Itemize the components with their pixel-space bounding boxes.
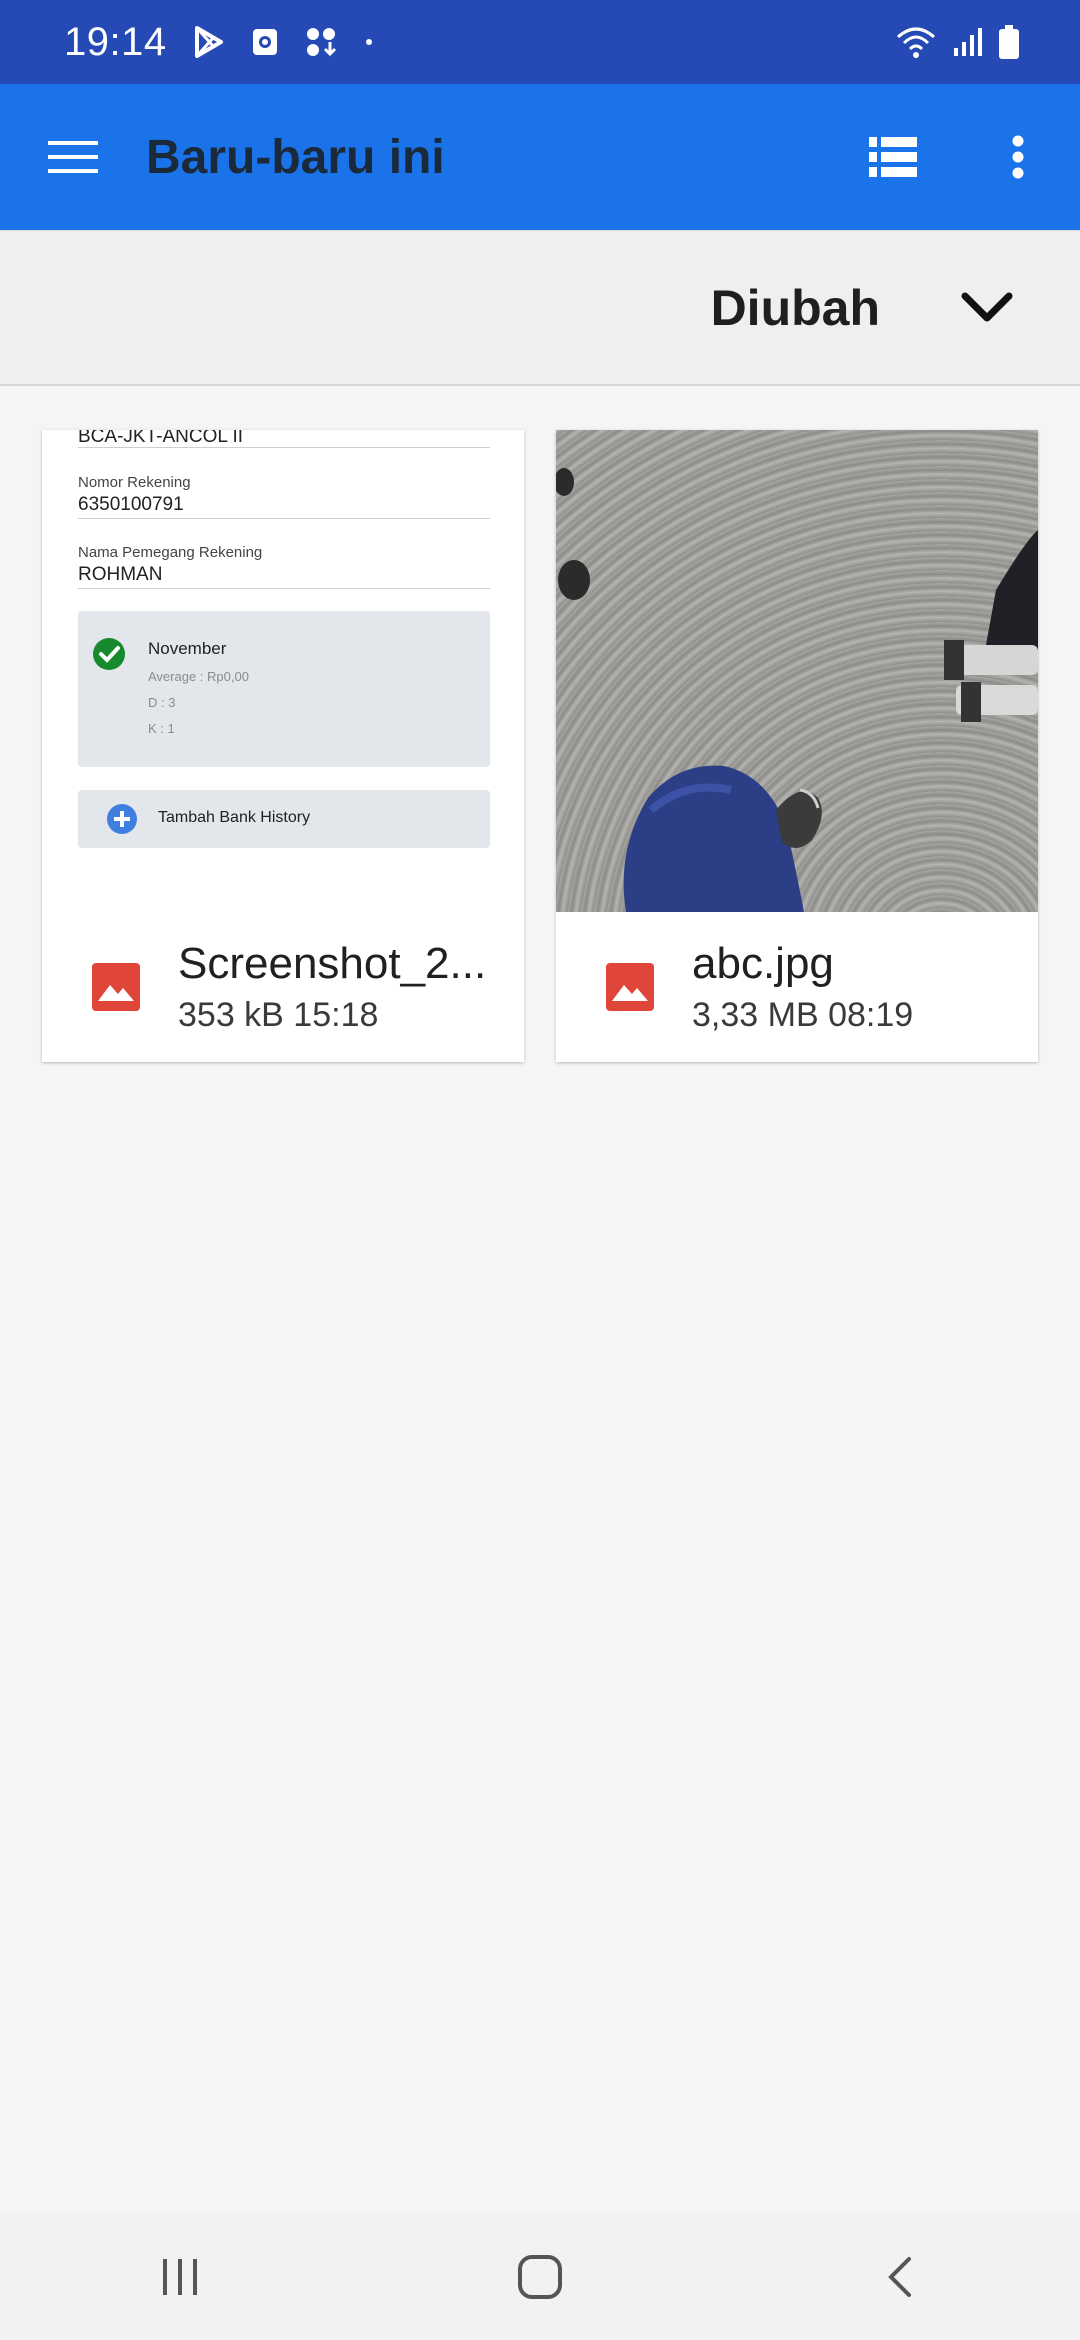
home-button[interactable] <box>480 2227 600 2327</box>
thumb-debit: D : 3 <box>148 695 176 710</box>
divider <box>78 588 490 589</box>
list-view-button[interactable] <box>848 112 938 202</box>
signal-icon <box>952 26 982 58</box>
list-view-icon <box>869 137 917 177</box>
image-file-icon <box>606 963 654 1011</box>
thumb-holder-name: ROHMAN <box>78 564 163 585</box>
file-info: 3,33 MB 08:19 <box>692 995 914 1034</box>
check-circle-icon <box>93 638 125 670</box>
file-card-photo[interactable]: abc.jpg 3,33 MB 08:19 <box>556 430 1038 1062</box>
play-store-icon <box>194 26 225 58</box>
back-icon <box>888 2257 911 2297</box>
thumb-holder-label: Nama Pemegang Rekening <box>78 544 263 561</box>
wifi-icon <box>896 25 936 59</box>
photo-image <box>556 468 1038 912</box>
app-bar-actions <box>848 112 1080 202</box>
app-bar: Baru-baru ini <box>0 84 1080 230</box>
status-icons-left <box>194 26 373 58</box>
file-card-footer: Screenshot_2... 353 kB 15:18 <box>42 912 524 1062</box>
thumb-average: Average : Rp0,00 <box>148 669 249 684</box>
file-thumbnail: BCA-JKT-ANCOL II Nomor Rekening 63501007… <box>42 430 524 912</box>
image-file-icon <box>92 963 140 1011</box>
file-info: 353 kB 15:18 <box>178 995 379 1034</box>
thumb-month-box: November Average : Rp0,00 D : 3 K : 1 <box>78 611 490 767</box>
file-meta: Screenshot_2... 353 kB 15:18 <box>178 939 486 1035</box>
menu-icon <box>48 141 98 173</box>
thumb-credit: K : 1 <box>148 721 175 736</box>
file-name: abc.jpg <box>692 939 834 989</box>
divider <box>78 518 490 519</box>
file-thumbnail <box>556 430 1038 912</box>
divider <box>78 447 490 448</box>
recent-apps-icon <box>163 2259 197 2295</box>
home-icon <box>518 2255 562 2299</box>
menu-button[interactable] <box>36 120 110 194</box>
thumb-add-bank-history: Tambah Bank History <box>78 790 490 848</box>
battery-icon <box>998 25 1020 59</box>
recent-apps-button[interactable] <box>120 2227 240 2327</box>
chevron-down-icon <box>961 292 1013 321</box>
file-card-screenshot[interactable]: BCA-JKT-ANCOL II Nomor Rekening 63501007… <box>42 430 524 1062</box>
more-options-button[interactable] <box>988 112 1048 202</box>
status-bar: 19:14 <box>0 0 1080 84</box>
thumb-account-label: Nomor Rekening <box>78 474 191 491</box>
file-name: Screenshot_2... <box>178 939 487 989</box>
thumb-month: November <box>148 639 227 658</box>
sort-dropdown-button[interactable] <box>952 273 1022 343</box>
file-card-footer: abc.jpg 3,33 MB 08:19 <box>556 912 1038 1062</box>
navigation-bar <box>0 2214 1080 2340</box>
thumb-add-label: Tambah Bank History <box>158 809 311 826</box>
file-meta: abc.jpg 3,33 MB 08:19 <box>692 939 913 1035</box>
sort-label[interactable]: Diubah <box>711 279 880 337</box>
page-title: Baru-baru ini <box>146 130 445 184</box>
status-icons-right <box>896 25 1020 59</box>
status-time: 19:14 <box>64 19 167 64</box>
thumb-bank-branch: BCA-JKT-ANCOL II <box>78 430 244 447</box>
sort-bar: Diubah <box>0 230 1080 386</box>
file-grid: BCA-JKT-ANCOL II Nomor Rekening 63501007… <box>42 430 1038 1062</box>
back-button[interactable] <box>840 2227 960 2327</box>
more-vert-icon <box>1012 135 1024 179</box>
download-icon <box>305 26 339 58</box>
dot-icon <box>365 38 373 46</box>
screen-record-icon <box>251 27 279 57</box>
plus-circle-icon <box>107 804 137 834</box>
thumb-account-number: 6350100791 <box>78 494 184 515</box>
